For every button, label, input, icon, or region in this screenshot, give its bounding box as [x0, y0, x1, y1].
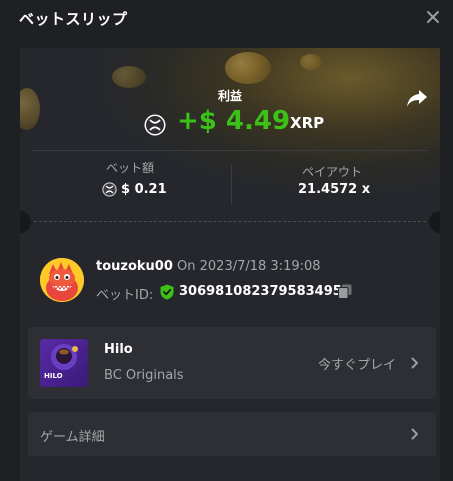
game-provider: BC Originals: [104, 368, 184, 383]
copy-icon[interactable]: [338, 284, 352, 299]
bet-amount-value: $ 0.21: [121, 182, 167, 197]
profit-amount: +$ 4.49: [177, 106, 291, 136]
divider: [32, 150, 428, 151]
bet-slip-card: 利益 +$ 4.49 XRP ベット額 $ 0.21 ペイアウト 21.4572…: [20, 48, 440, 481]
profit-currency: XRP: [290, 114, 325, 132]
dashed-separator: [34, 221, 426, 222]
chevron-right-icon[interactable]: [411, 357, 419, 369]
chevron-right-icon[interactable]: [411, 428, 419, 440]
xrp-coin-icon: [144, 114, 166, 136]
game-thumbnail: HILO: [40, 339, 88, 387]
play-now-button[interactable]: 今すぐプレイ: [318, 354, 396, 373]
coin-decoration: [112, 66, 146, 88]
profit-row: +$ 4.49 XRP: [20, 104, 440, 138]
game-thumb-label: HILO: [44, 372, 63, 380]
xrp-coin-icon: [102, 182, 117, 197]
coin-decoration: [225, 52, 271, 84]
game-row[interactable]: HILO Hilo BC Originals 今すぐプレイ: [28, 327, 436, 399]
game-details-label: ゲーム詳細: [40, 430, 105, 445]
bet-id-value: 306981082379583495: [179, 284, 342, 299]
payout-label: ペイアウト: [301, 165, 362, 179]
dinosaur-avatar-icon: [40, 258, 84, 302]
modal-header: ベットスリップ: [0, 0, 453, 40]
game-name: Hilo: [104, 342, 133, 357]
player-line: touzoku00 On 2023/7/18 3:19:08: [96, 259, 321, 274]
username[interactable]: touzoku00: [96, 259, 173, 274]
bet-id-label: ベットID:: [96, 288, 154, 303]
payout-value: 21.4572 x: [298, 182, 371, 197]
modal-title: ベットスリップ: [19, 10, 128, 28]
avatar[interactable]: [40, 258, 84, 302]
game-details-row[interactable]: ゲーム詳細: [28, 412, 436, 456]
close-icon[interactable]: [426, 10, 440, 24]
bet-slip-modal: ベットスリップ 利益 +$ 4.49 XRP ベット額 $ 0.21 ペイアウト…: [0, 0, 453, 481]
coin-decoration: [300, 54, 322, 70]
bet-date: On 2023/7/18 3:19:08: [177, 259, 321, 274]
bet-id-line: ベットID:: [96, 284, 153, 303]
share-icon[interactable]: [406, 88, 428, 108]
result-hero: 利益 +$ 4.49 XRP ベット額 $ 0.21 ペイアウト 21.4572…: [20, 48, 440, 228]
ticket-notch: [429, 211, 440, 233]
shield-check-icon: [160, 284, 174, 300]
bet-amount-label: ベット額: [105, 161, 154, 175]
divider: [231, 164, 232, 204]
profit-label: 利益: [217, 89, 242, 103]
